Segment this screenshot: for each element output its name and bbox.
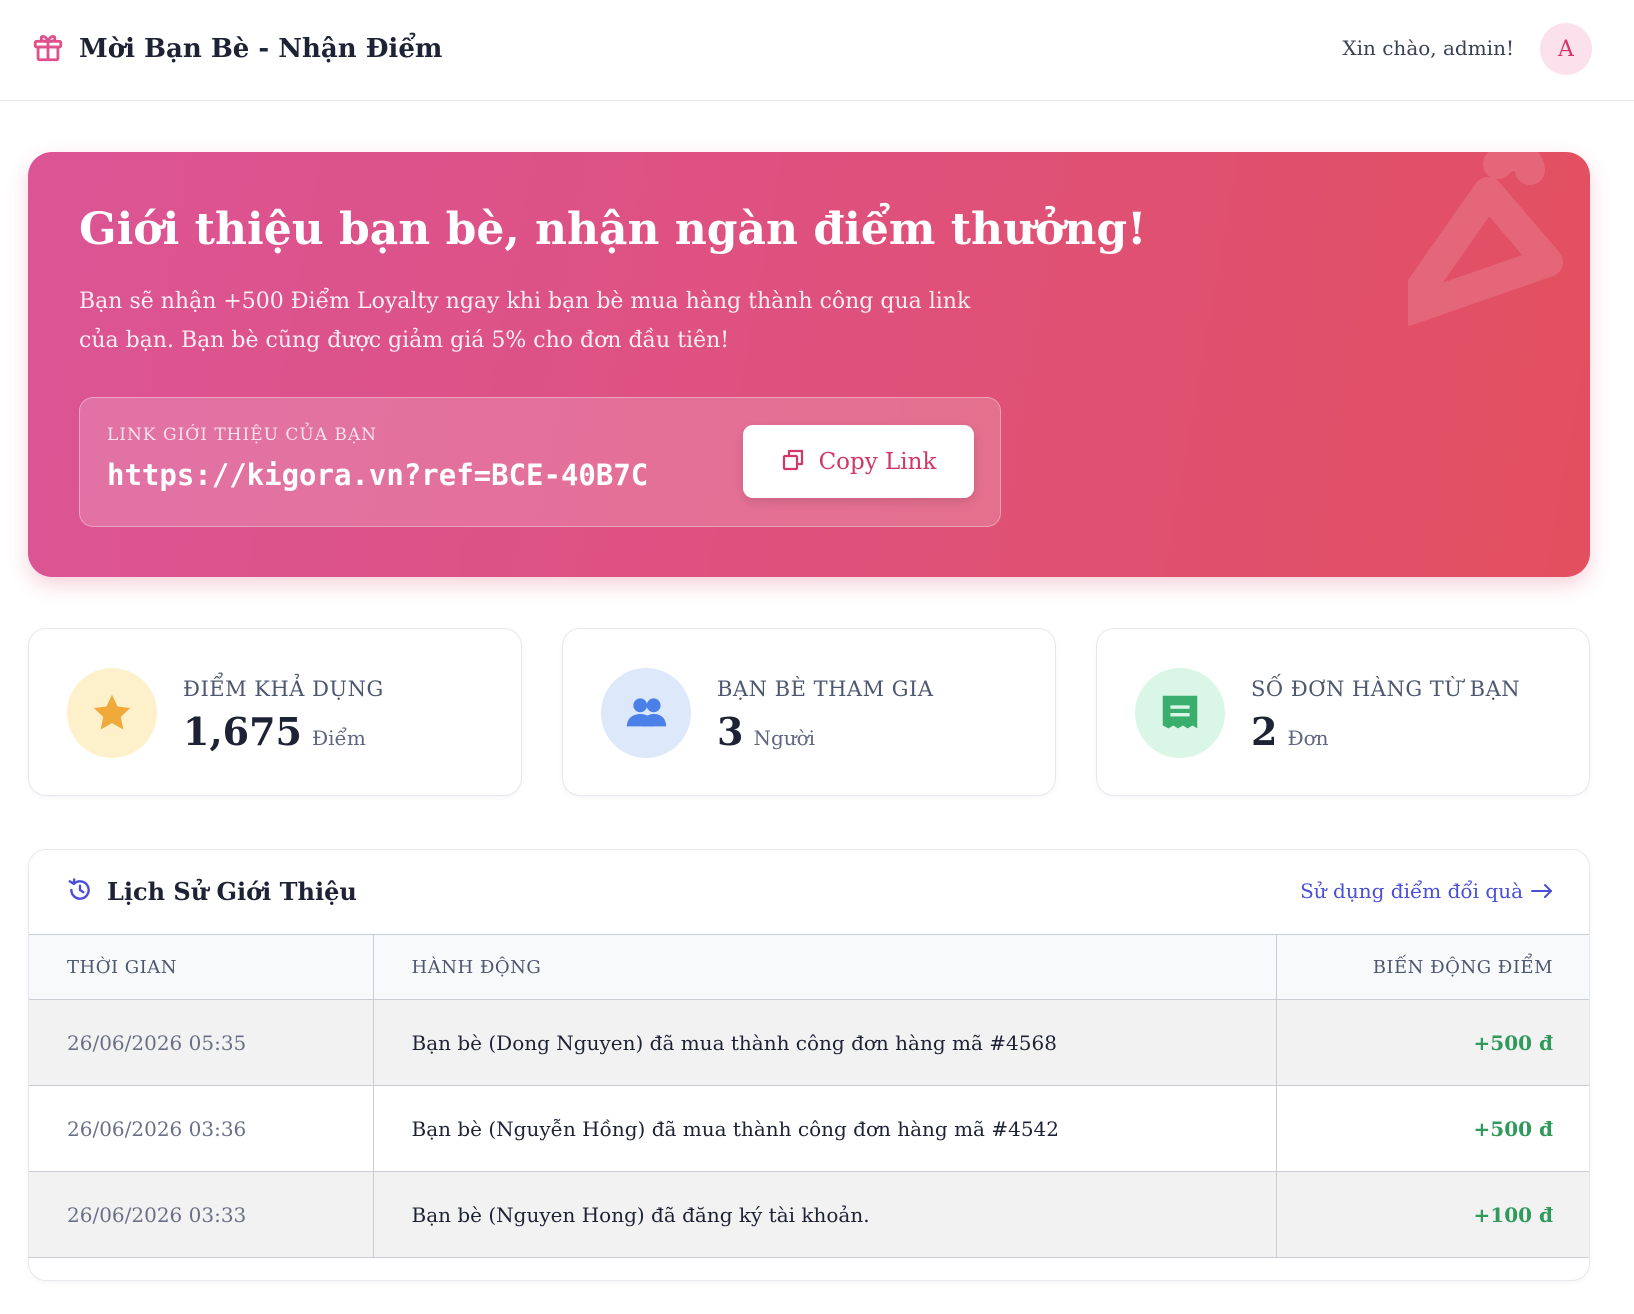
stat-value: 1,675 xyxy=(183,709,302,754)
stat-value-row: 3 Người xyxy=(717,709,815,754)
redeem-points-link[interactable]: Sử dụng điểm đổi quà xyxy=(1300,879,1553,903)
top-bar: Mời Bạn Bè - Nhận Điểm Xin chào, admin! … xyxy=(0,0,1634,101)
table-row: 26/06/2026 03:33 Bạn bè (Nguyen Hong) đã… xyxy=(29,1171,1589,1258)
arrow-right-icon xyxy=(1531,884,1552,898)
row-points: +500 đ xyxy=(1275,999,1589,1086)
receipt-icon xyxy=(1135,668,1225,758)
avatar[interactable]: A xyxy=(1540,23,1592,75)
stat-label: BẠN BÈ THAM GIA xyxy=(717,677,934,701)
stat-label: ĐIỂM KHẢ DỤNG xyxy=(183,677,384,701)
referral-history-panel: Lịch Sử Giới Thiệu Sử dụng điểm đổi quà … xyxy=(28,849,1590,1281)
gift-icon xyxy=(31,30,65,68)
column-header-action: HÀNH ĐỘNG xyxy=(372,934,1277,1000)
stat-value: 3 xyxy=(717,709,744,754)
stat-unit: Người xyxy=(753,726,816,750)
stat-value-row: 1,675 Điểm xyxy=(183,709,366,754)
referral-link-box: LINK GIỚI THIỆU CỦA BẠN https://kigora.v… xyxy=(79,397,1001,527)
stat-unit: Đơn xyxy=(1287,726,1329,750)
stat-card-orders: SỐ ĐƠN HÀNG TỪ BẠN 2 Đơn xyxy=(1096,628,1590,796)
stat-card-points: ĐIỂM KHẢ DỤNG 1,675 Điểm xyxy=(28,628,522,796)
stat-value-row: 2 Đơn xyxy=(1251,709,1329,754)
star-icon xyxy=(67,668,157,758)
stat-unit: Điểm xyxy=(312,726,366,750)
row-time: 26/06/2026 03:33 xyxy=(29,1171,374,1258)
row-action: Bạn bè (Dong Nguyen) đã mua thành công đ… xyxy=(372,999,1277,1086)
history-header: Lịch Sử Giới Thiệu Sử dụng điểm đổi quà xyxy=(29,850,1589,934)
table-header-row: THỜI GIAN HÀNH ĐỘNG BIẾN ĐỘNG ĐIỂM xyxy=(29,934,1589,1000)
row-action: Bạn bè (Nguyen Hong) đã đăng ký tài khoả… xyxy=(372,1171,1277,1258)
copy-link-label: Copy Link xyxy=(818,448,937,475)
referral-link-url[interactable]: https://kigora.vn?ref=BCE-40B7C xyxy=(107,458,648,492)
referral-link-label: LINK GIỚI THIỆU CỦA BẠN xyxy=(107,425,378,445)
row-points: +100 đ xyxy=(1275,1171,1589,1258)
party-popper-icon xyxy=(1408,152,1563,327)
users-icon xyxy=(601,668,691,758)
column-header-time: THỜI GIAN xyxy=(29,934,374,1000)
hero-title: Giới thiệu bạn bè, nhận ngàn điểm thưởng… xyxy=(79,204,1147,255)
copy-link-button[interactable]: Copy Link xyxy=(743,425,974,498)
stat-label: SỐ ĐƠN HÀNG TỪ BẠN xyxy=(1251,677,1521,701)
row-time: 26/06/2026 05:35 xyxy=(29,999,374,1086)
table-row: 26/06/2026 05:35 Bạn bè (Dong Nguyen) đã… xyxy=(29,999,1589,1086)
row-action: Bạn bè (Nguyễn Hồng) đã mua thành công đ… xyxy=(372,1085,1277,1172)
row-time: 26/06/2026 03:36 xyxy=(29,1085,374,1172)
brand[interactable]: Mời Bạn Bè - Nhận Điểm xyxy=(31,30,442,68)
row-points: +500 đ xyxy=(1275,1085,1589,1172)
copy-icon xyxy=(781,448,819,475)
table-row: 26/06/2026 03:36 Bạn bè (Nguyễn Hồng) đã… xyxy=(29,1085,1589,1172)
stat-value: 2 xyxy=(1251,709,1278,754)
stat-card-friends: BẠN BÈ THAM GIA 3 Người xyxy=(562,628,1056,796)
history-title: Lịch Sử Giới Thiệu xyxy=(107,877,357,906)
page-title: Mời Bạn Bè - Nhận Điểm xyxy=(79,34,443,64)
column-header-points: BIẾN ĐỘNG ĐIỂM xyxy=(1275,934,1589,1000)
user-greeting: Xin chào, admin! xyxy=(1342,36,1514,60)
hero-description: Bạn sẽ nhận +500 Điểm Loyalty ngay khi b… xyxy=(79,289,971,353)
referral-hero-banner: Giới thiệu bạn bè, nhận ngàn điểm thưởng… xyxy=(28,152,1590,577)
history-table: THỜI GIAN HÀNH ĐỘNG BIẾN ĐỘNG ĐIỂM 26/06… xyxy=(29,934,1589,1258)
redeem-points-label: Sử dụng điểm đổi quà xyxy=(1300,879,1523,903)
